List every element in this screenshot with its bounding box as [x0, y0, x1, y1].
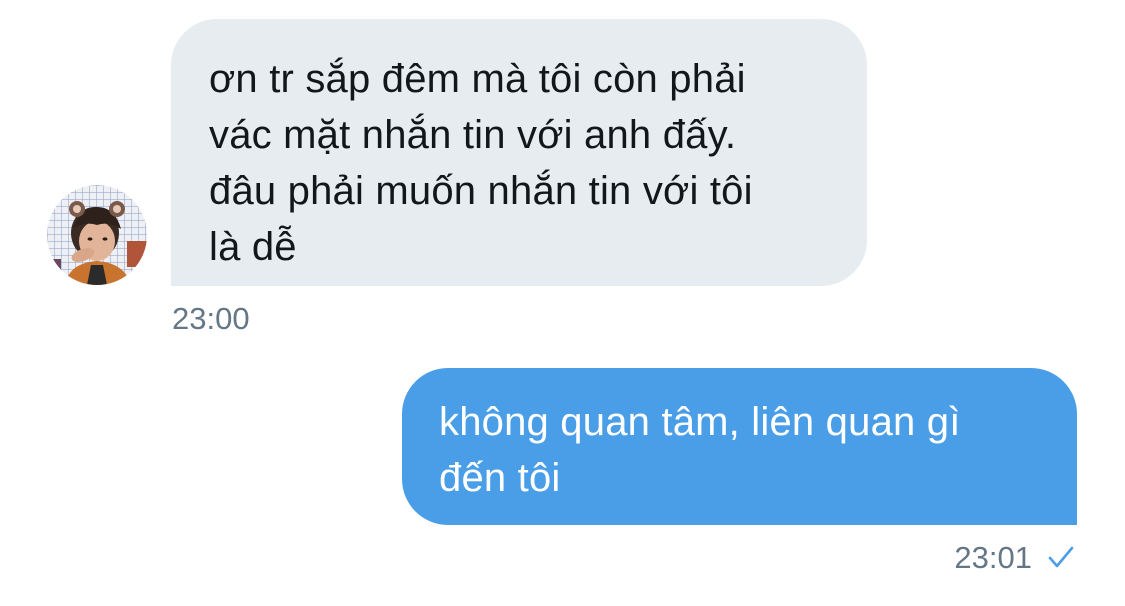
message-text-line: không quan tâm, liên quan gì — [439, 400, 961, 444]
message-thread: ơn tr sắp đêm mà tôi còn phải vác mặt nh… — [0, 0, 1125, 606]
incoming-timestamp: 23:00 — [172, 301, 250, 336]
message-text-line: đến tôi — [439, 456, 561, 500]
message-text-line: ơn tr sắp đêm mà tôi còn phải — [209, 57, 746, 101]
message-text-line: vác mặt nhắn tin với anh đấy. — [209, 113, 737, 157]
sent-check-icon — [1048, 546, 1074, 568]
outgoing-timestamp: 23:01 — [954, 540, 1032, 575]
outgoing-message-bubble[interactable]: không quan tâm, liên quan gì đến tôi — [402, 368, 1077, 525]
incoming-message-bubble[interactable]: ơn tr sắp đêm mà tôi còn phải vác mặt nh… — [171, 19, 867, 286]
message-text-line: đâu phải muốn nhắn tin với tôi — [209, 169, 753, 213]
message-text-line: là dễ — [209, 225, 297, 269]
sender-avatar[interactable] — [47, 185, 147, 285]
